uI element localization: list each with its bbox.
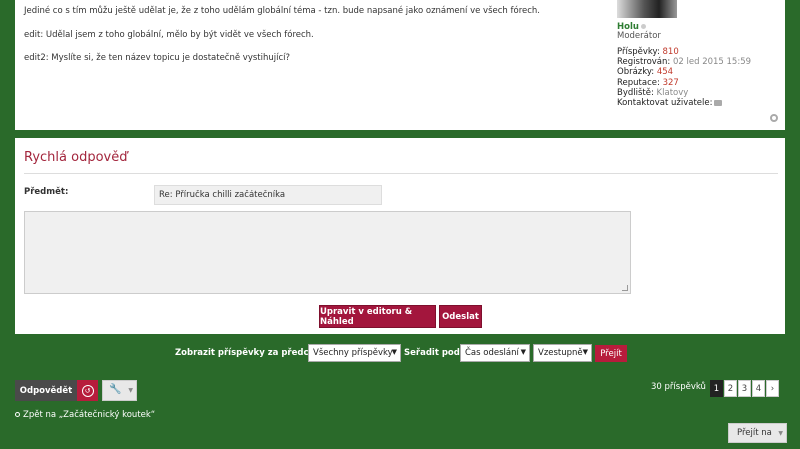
circle-icon bbox=[15, 412, 20, 417]
offline-dot-icon bbox=[640, 24, 646, 29]
message-textarea[interactable] bbox=[24, 211, 631, 294]
post-line: edit: Udělal jsem z toho globální, mělo … bbox=[24, 30, 314, 40]
subject-input[interactable] bbox=[154, 185, 382, 205]
stat-location: Bydliště: Klatovy bbox=[617, 87, 689, 98]
post-line: Jediné co s tím můžu ještě udělat je, že… bbox=[24, 6, 541, 16]
go-button[interactable]: Přejít bbox=[595, 345, 627, 362]
sort-by-select[interactable]: Čas odeslání ▼ bbox=[460, 344, 530, 362]
avatar[interactable] bbox=[617, 0, 677, 18]
post-line: edit2: Myslíte si, že ten název topicu j… bbox=[24, 53, 291, 63]
back-link[interactable]: Zpět na „Začátečnický koutek“ bbox=[15, 410, 155, 420]
user-rank: Moderátor bbox=[617, 31, 661, 41]
page-3[interactable]: 3 bbox=[738, 380, 751, 397]
stat-images: Obrázky: 454 bbox=[617, 67, 674, 78]
edit-preview-button[interactable]: Upravit v editoru & Náhled bbox=[319, 305, 436, 328]
send-button[interactable]: Odeslat bbox=[439, 305, 482, 328]
page-4[interactable]: 4 bbox=[752, 380, 765, 397]
sort-by-label: Seřadit podle bbox=[404, 348, 469, 358]
chevron-down-icon: ▼ bbox=[391, 348, 397, 356]
next-page-icon[interactable]: › bbox=[766, 380, 779, 397]
gear-icon[interactable] bbox=[770, 114, 778, 122]
subject-label: Předmět: bbox=[24, 187, 69, 197]
post-panel: Jediné co s tím můžu ještě udělat je, že… bbox=[15, 0, 785, 130]
reply-icon: ↺ bbox=[81, 384, 94, 397]
chevron-down-icon: ▼ bbox=[520, 348, 526, 356]
divider bbox=[24, 173, 778, 174]
pagination: 1 2 3 4 › bbox=[710, 380, 780, 397]
jump-to-button[interactable]: Přejít na ▼ bbox=[728, 423, 787, 443]
wrench-icon: 🔧 bbox=[109, 384, 122, 395]
reply-button[interactable]: Odpovědět bbox=[15, 380, 77, 401]
post-count: 30 příspěvků bbox=[651, 382, 706, 392]
time-filter-select[interactable]: Všechny příspěvky ▼ bbox=[308, 344, 401, 362]
contact-user: Kontaktovat uživatele: bbox=[617, 98, 751, 108]
stat-registered: Registrován: 02 led 2015 15:59 bbox=[617, 57, 752, 68]
reply-arrow-button[interactable]: ↺ bbox=[77, 380, 98, 401]
chat-icon[interactable] bbox=[714, 99, 723, 106]
stat-posts: Příspěvky: 810 bbox=[617, 47, 679, 57]
user-stats: Příspěvky: 810 Registrován: 02 led 2015 … bbox=[617, 47, 751, 108]
page-2[interactable]: 2 bbox=[724, 380, 737, 397]
chevron-down-icon: ▼ bbox=[582, 348, 588, 356]
chevron-down-icon: ▼ bbox=[128, 387, 133, 394]
resize-grip-icon[interactable] bbox=[622, 285, 628, 291]
quick-reply-title: Rychlá odpověď bbox=[24, 150, 128, 165]
quick-reply-panel: Rychlá odpověď Předmět: Upravit v editor… bbox=[15, 138, 785, 334]
page-1[interactable]: 1 bbox=[710, 380, 723, 397]
sort-bar: Zobrazit příspěvky za předchozí: Všechny… bbox=[0, 344, 800, 364]
chevron-down-icon: ▼ bbox=[778, 430, 783, 437]
stat-reputation: Reputace: 327 bbox=[617, 77, 679, 88]
order-select[interactable]: Vzestupně ▼ bbox=[533, 344, 592, 362]
tools-button[interactable]: 🔧 ▼ bbox=[102, 380, 137, 401]
